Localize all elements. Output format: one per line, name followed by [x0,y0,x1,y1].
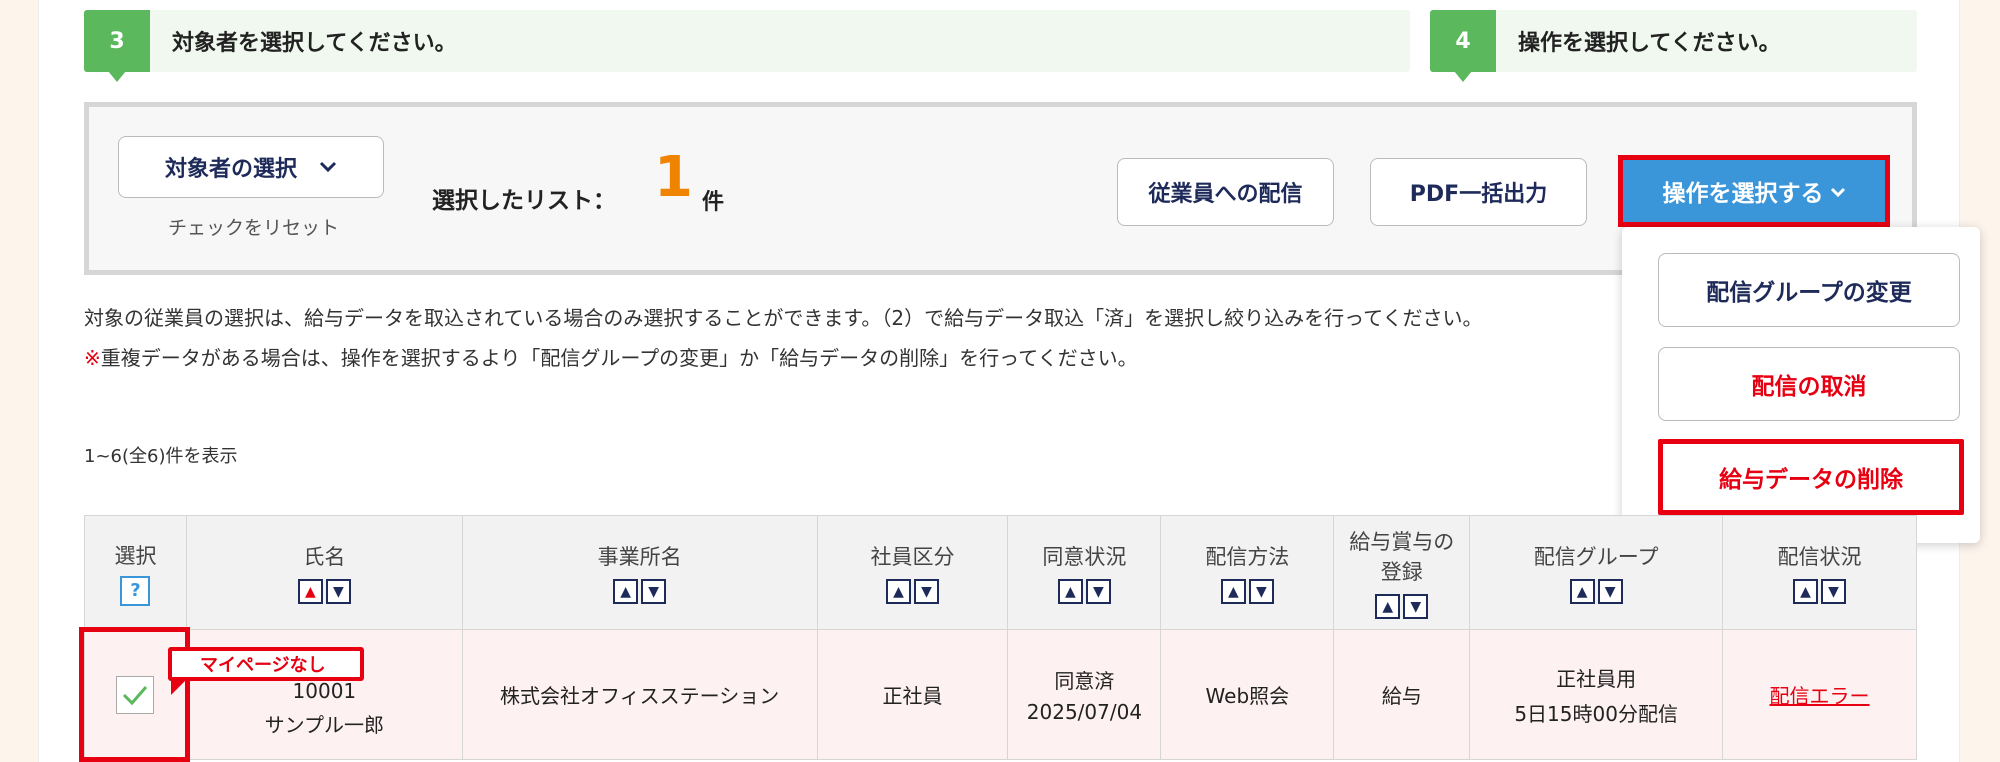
header-consent: 同意状況 ▲ ▼ [1007,515,1162,630]
deliver-to-employees-button[interactable]: 従業員への配信 [1117,158,1334,226]
delivery-group-schedule: 5日15時00分配信 [1514,701,1678,726]
consent-date: 2025/07/04 [1026,700,1143,724]
step-3-text: 対象者を選択してください。 [172,31,457,56]
header-method-label: 配信方法 [1205,545,1290,569]
header-delivery-group: 配信グループ ▲ ▼ [1469,515,1724,630]
header-delivery-status-label: 配信状況 [1777,545,1862,569]
delivery-group-name: 正社員用 [1556,666,1637,691]
cell-registration: 給与 [1333,629,1471,760]
header-registration-line2: 登録 [1380,560,1423,584]
delete-salary-data-item[interactable]: 給与データの削除 [1658,439,1964,515]
sort-asc-icon[interactable]: ▲ [1220,579,1246,604]
employee-table: 選択 ? 氏名 ▲ ▼ 事業所名 ▲ ▼ 社員区分 ▲ ▼ 同意状況 ▲ ▼ 配信方法 … [84,515,1917,760]
consent-status: 同意済 [1054,669,1115,693]
table-header-row: 選択 ? 氏名 ▲ ▼ 事業所名 ▲ ▼ 社員区分 ▲ ▼ 同意状況 ▲ ▼ 配信方法 … [84,515,1917,630]
sort-desc-icon[interactable]: ▼ [1248,579,1274,604]
delivery-error-link[interactable]: 配信エラー [1770,684,1870,708]
note-line-1: 対象の従業員の選択は、給与データを取込されている場合のみ選択することができます。… [84,306,1483,330]
header-name: 氏名 ▲ ▼ [185,515,463,630]
list-count: 1~6(全6)件を表示 [84,446,238,467]
cell-delivery-group: 正社員用 5日15時00分配信 [1469,629,1724,760]
employee-id: 10001 [292,679,357,703]
sort-controls: ▲ ▼ [1793,579,1847,604]
sort-desc-icon[interactable]: ▼ [325,579,351,604]
chevron-down-icon [319,157,337,178]
header-method: 配信方法 ▲ ▼ [1160,515,1335,630]
reset-check-link[interactable]: チェックをリセット [168,213,339,240]
sort-controls: ▲ ▼ [1375,594,1429,619]
operation-dropdown-menu: 配信グループの変更 配信の取消 給与データの削除 [1622,227,1980,543]
select-operation-button[interactable]: 操作を選択する [1618,155,1890,227]
note-line-2: ※重複データがある場合は、操作を選択するより「配信グループの変更」か「給与データ… [84,342,1138,371]
help-icon[interactable]: ? [120,575,151,606]
sort-controls: ▲ ▼ [297,579,351,604]
sort-asc-icon[interactable]: ▲ [613,579,639,604]
cell-delivery-status: 配信エラー [1722,629,1917,760]
cell-method: Web照会 [1160,629,1335,760]
sort-asc-icon[interactable]: ▲ [1569,579,1595,604]
badge-pointer [171,681,185,695]
header-name-label: 氏名 [303,545,346,569]
step-4-number: 4 [1430,10,1496,82]
header-registration-line1: 給与賞与の [1349,530,1455,554]
header-office: 事業所名 ▲ ▼ [461,515,818,630]
sort-controls: ▲ ▼ [885,579,939,604]
sort-controls: ▲ ▼ [613,579,667,604]
no-mypage-badge: マイページなし [168,647,364,681]
step-4-header: 4 操作を選択してください。 [1430,10,1917,82]
sort-asc-icon[interactable]: ▲ [1793,579,1819,604]
step-4-text: 操作を選択してください。 [1518,31,1781,56]
sort-desc-icon[interactable]: ▼ [1821,579,1847,604]
header-delivery-status: 配信状況 ▲ ▼ [1722,515,1917,630]
pdf-bulk-export-button[interactable]: PDF一括出力 [1370,158,1587,226]
sort-controls: ▲ ▼ [1057,579,1111,604]
header-employee-type: 社員区分 ▲ ▼ [816,515,1009,630]
cell-consent: 同意済 2025/07/04 [1007,629,1162,760]
change-delivery-group-item[interactable]: 配信グループの変更 [1658,253,1960,327]
sort-controls: ▲ ▼ [1220,579,1274,604]
header-office-label: 事業所名 [597,545,682,569]
header-select: 選択 ? [84,515,187,630]
header-employee-type-label: 社員区分 [870,545,955,569]
sort-desc-icon[interactable]: ▼ [913,579,939,604]
cancel-delivery-item[interactable]: 配信の取消 [1658,347,1960,421]
header-consent-label: 同意状況 [1042,545,1127,569]
sort-desc-icon[interactable]: ▼ [1403,594,1429,619]
sort-desc-icon[interactable]: ▼ [641,579,667,604]
note-line-2-text: 重複データがある場合は、操作を選択するより「配信グループの変更」か「給与データの… [100,346,1138,370]
header-registration: 給与賞与の 登録 ▲ ▼ [1333,515,1471,630]
note-mark: ※ [84,346,101,370]
employee-name: サンプル一郎 [264,713,385,737]
chevron-down-icon [1830,178,1846,204]
selected-count: 1 [654,145,693,210]
header-select-label: 選択 [114,543,157,568]
step-3-header: 3 対象者を選択してください。 [84,10,1410,82]
cell-employee-type: 正社員 [816,629,1009,760]
sort-controls: ▲ ▼ [1569,579,1623,604]
sort-asc-icon[interactable]: ▲ [885,579,911,604]
sort-desc-icon[interactable]: ▼ [1085,579,1111,604]
header-delivery-group-label: 配信グループ [1533,545,1659,569]
sort-asc-icon[interactable]: ▲ [297,579,323,604]
step-3-number: 3 [84,10,150,82]
selected-list-label: 選択したリスト： [432,188,616,214]
sort-asc-icon[interactable]: ▲ [1057,579,1083,604]
select-operation-label: 操作を選択する [1662,181,1824,207]
sort-asc-icon[interactable]: ▲ [1375,594,1401,619]
sort-desc-icon[interactable]: ▼ [1597,579,1623,604]
selected-count-unit: 件 [702,190,725,215]
target-select-label: 対象者の選択 [164,157,297,182]
cell-office: 株式会社オフィスステーション [461,629,818,760]
target-select-button[interactable]: 対象者の選択 [118,136,384,198]
